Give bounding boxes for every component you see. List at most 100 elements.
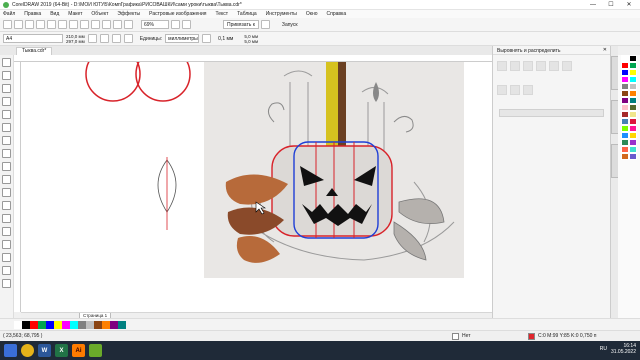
palette-swatch[interactable] [621,83,629,90]
document-palette-swatch[interactable] [46,320,54,329]
vertical-ruler[interactable] [14,62,21,312]
palette-swatch[interactable] [621,111,629,118]
document-palette-swatch[interactable] [14,320,22,329]
cut-icon[interactable] [47,20,56,29]
palette-swatch[interactable] [629,146,637,153]
snap-to-dropdown[interactable]: Привязать к [223,20,259,29]
menu-bitmaps[interactable]: Растровые изображения [149,11,206,17]
duplicate-y-field[interactable]: 5,0 мм [244,39,258,44]
align-middle-icon[interactable] [549,61,559,71]
export-icon[interactable] [113,20,122,29]
shape-tool-icon[interactable] [2,71,11,80]
publish-pdf-icon[interactable] [124,20,133,29]
landscape-icon[interactable] [99,34,109,43]
palette-swatch[interactable] [621,97,629,104]
zoom-tool-icon[interactable] [2,97,11,106]
new-document-icon[interactable] [3,20,12,29]
menu-tools[interactable]: Инструменты [266,11,297,17]
palette-swatch[interactable] [629,55,637,62]
transparency-tool-icon[interactable] [2,227,11,236]
palette-swatch[interactable] [621,69,629,76]
palette-swatch[interactable] [629,76,637,83]
menu-text[interactable]: Текст [216,11,229,17]
menu-effects[interactable]: Эффекты [117,11,140,17]
parallel-dimension-tool-icon[interactable] [2,188,11,197]
paste-icon[interactable] [69,20,78,29]
palette-swatch[interactable] [629,125,637,132]
document-palette-swatch[interactable] [118,320,126,329]
menu-file[interactable]: Файл [3,11,15,17]
red-circle-left[interactable] [85,62,141,102]
palette-swatch[interactable] [621,118,629,125]
connector-tool-icon[interactable] [2,201,11,210]
text-tool-icon[interactable] [2,175,11,184]
docker-close-icon[interactable]: ✕ [603,47,607,53]
palette-swatch[interactable] [629,83,637,90]
fullscreen-icon[interactable] [171,20,180,29]
pick-tool-icon[interactable] [2,58,11,67]
interactive-fill-tool-icon[interactable] [2,253,11,262]
palette-swatch[interactable] [629,62,637,69]
drop-shadow-tool-icon[interactable] [2,214,11,223]
portrait-icon[interactable] [87,34,97,43]
menu-table[interactable]: Таблица [237,11,257,17]
palette-swatch[interactable] [629,111,637,118]
palette-swatch[interactable] [621,125,629,132]
artistic-media-tool-icon[interactable] [2,123,11,132]
palette-swatch[interactable] [629,104,637,111]
smart-fill-tool-icon[interactable] [2,266,11,275]
palette-swatch[interactable] [621,55,629,62]
palette-swatch[interactable] [629,69,637,76]
palette-swatch[interactable] [629,97,637,104]
illustrator-taskbar-icon[interactable]: Ai [72,344,85,357]
align-right-icon[interactable] [523,61,533,71]
palette-swatch[interactable] [621,146,629,153]
redo-icon[interactable] [91,20,100,29]
all-pages-icon[interactable] [111,34,121,43]
document-palette-swatch[interactable] [78,320,86,329]
menu-help[interactable]: Справка [327,11,347,17]
crop-tool-icon[interactable] [2,84,11,93]
palette-swatch[interactable] [621,62,629,69]
palette-swatch[interactable] [629,90,637,97]
brown-leaf-bottom[interactable] [236,236,280,263]
minimize-button[interactable]: — [584,0,602,10]
add-tool-icon[interactable] [2,279,11,288]
document-palette-swatch[interactable] [22,320,30,329]
candle-brown-bar[interactable] [338,62,346,150]
document-palette-swatch[interactable] [94,320,102,329]
clock[interactable]: 16:14 31.05.2022 [611,343,636,355]
open-icon[interactable] [14,20,23,29]
rulers-icon[interactable] [182,20,191,29]
menu-window[interactable]: Окно [306,11,318,17]
palette-swatch[interactable] [621,139,629,146]
menu-object[interactable]: Объект [91,11,108,17]
candle-yellow-bar[interactable] [326,62,338,150]
freehand-tool-icon[interactable] [2,110,11,119]
document-palette-swatch[interactable] [62,320,70,329]
outline-indicator[interactable]: C:0 M:99 Y:85 K:0 0,750 п [528,332,597,340]
excel-taskbar-icon[interactable]: X [55,344,68,357]
document-palette-swatch[interactable] [38,320,46,329]
palette-swatch[interactable] [621,76,629,83]
distribute-left-icon[interactable] [497,85,507,95]
docker-apply-button[interactable] [499,109,604,117]
distribute-spacing-icon[interactable] [523,85,533,95]
align-bottom-icon[interactable] [562,61,572,71]
polygon-tool-icon[interactable] [2,162,11,171]
palette-swatch[interactable] [621,90,629,97]
print-icon[interactable] [36,20,45,29]
menu-view[interactable]: Вид [50,11,59,17]
word-taskbar-icon[interactable]: W [38,344,51,357]
fill-indicator[interactable]: Нет [452,332,471,340]
reference-sketch-photo[interactable] [204,62,464,278]
save-icon[interactable] [25,20,34,29]
close-button[interactable]: ✕ [620,0,638,10]
nudge-distance-field[interactable]: 0,1 мм [218,36,233,42]
undo-icon[interactable] [80,20,89,29]
document-palette-swatch[interactable] [102,320,110,329]
palette-swatch[interactable] [621,153,629,160]
horizontal-ruler[interactable] [14,55,492,62]
document-tab[interactable]: Тыква.cdr* [16,47,53,55]
drawing-canvas[interactable] [21,62,492,312]
